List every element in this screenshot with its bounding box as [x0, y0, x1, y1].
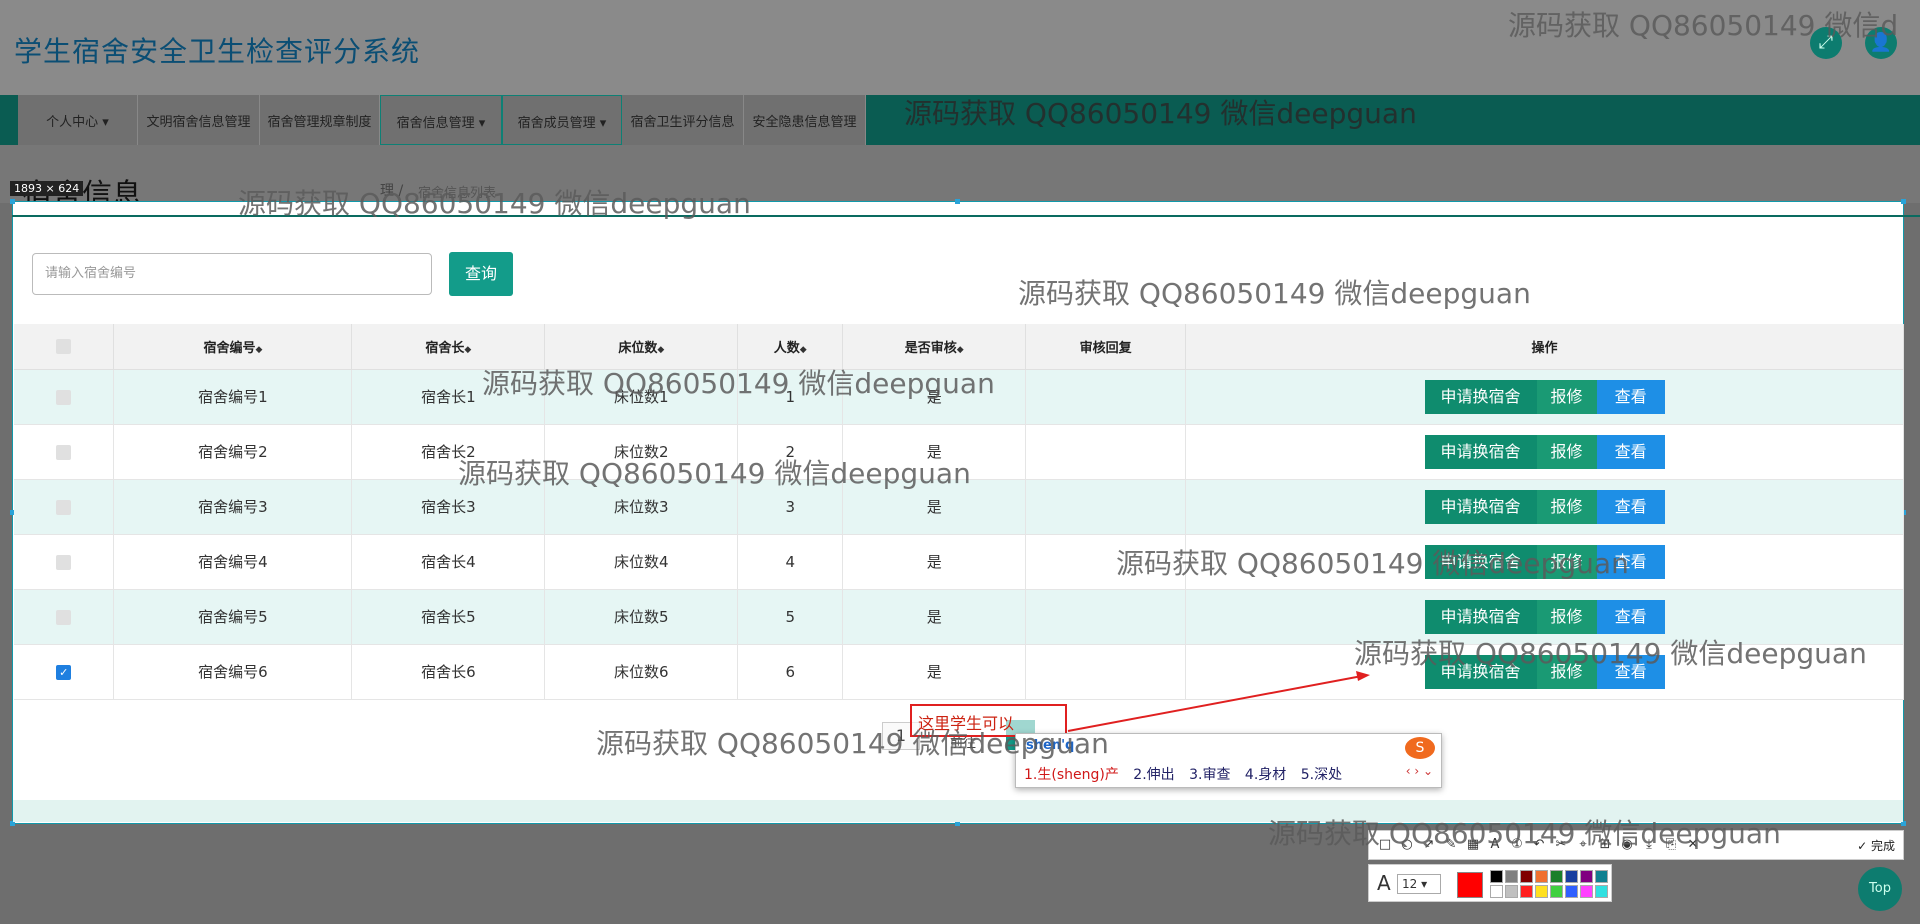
color-swatch[interactable]	[1535, 885, 1548, 898]
color-swatch[interactable]	[1505, 885, 1518, 898]
back-to-top-button[interactable]: Top	[1858, 867, 1902, 911]
undo-icon[interactable]: ↶	[1529, 835, 1549, 855]
color-swatch[interactable]	[1520, 885, 1533, 898]
color-swatch[interactable]	[1490, 885, 1503, 898]
font-icon: A	[1377, 871, 1391, 895]
color-palette	[1489, 869, 1609, 899]
color-swatch[interactable]	[1505, 870, 1518, 883]
color-swatch[interactable]	[1565, 870, 1578, 883]
color-swatch[interactable]	[1490, 870, 1503, 883]
rectangle-icon[interactable]: □	[1375, 835, 1395, 855]
record-icon[interactable]: ◉	[1617, 835, 1637, 855]
color-swatch[interactable]	[1580, 870, 1593, 883]
current-color[interactable]	[1457, 872, 1483, 898]
ime-candidate-popup: shen'q S 1.生(sheng)产 2.伸出 3.审查 4.身材 5.深处…	[1015, 733, 1442, 788]
annotation-arrow	[1067, 671, 1370, 732]
ocr-icon[interactable]: ⊞	[1595, 835, 1615, 855]
ime-candidate[interactable]: 4.身材	[1245, 767, 1286, 783]
color-swatch[interactable]	[1520, 870, 1533, 883]
mosaic-icon[interactable]: ▦	[1463, 835, 1483, 855]
save-icon[interactable]: ⤓	[1639, 835, 1659, 855]
color-swatch[interactable]	[1550, 885, 1563, 898]
done-button[interactable]: ✓ 完成	[1857, 837, 1895, 854]
color-swatch[interactable]	[1595, 870, 1608, 883]
color-swatch[interactable]	[1550, 870, 1563, 883]
ime-candidate[interactable]: 1.生(sheng)产	[1024, 767, 1119, 783]
ime-pinyin: shen'q	[1026, 738, 1075, 753]
screenshot-toolbar: □ ○ ↗ ✎ ▦ A ① ↶ ✂ ⌖ ⊞ ◉ ⤓ ⎘ ✕ ✓ 完成	[1368, 830, 1904, 860]
color-swatch[interactable]	[1580, 885, 1593, 898]
number-icon[interactable]: ①	[1507, 835, 1527, 855]
font-size-select[interactable]: 12 ▾	[1397, 874, 1441, 894]
ime-logo-icon: S	[1405, 737, 1435, 759]
close-icon[interactable]: ✕	[1683, 835, 1703, 855]
ime-page-arrows-icon[interactable]: ‹ › ⌄	[1406, 764, 1433, 778]
color-swatch[interactable]	[1595, 885, 1608, 898]
style-toolbar: A 12 ▾	[1368, 864, 1612, 902]
ime-candidate[interactable]: 5.深处	[1301, 767, 1342, 783]
color-swatch[interactable]	[1565, 885, 1578, 898]
pin-icon[interactable]: ⌖	[1573, 835, 1593, 855]
ellipse-icon[interactable]: ○	[1397, 835, 1417, 855]
ime-candidates: 1.生(sheng)产 2.伸出 3.审查 4.身材 5.深处	[1024, 764, 1352, 784]
color-swatch[interactable]	[1535, 870, 1548, 883]
pen-icon[interactable]: ✎	[1441, 835, 1461, 855]
text-icon[interactable]: A	[1485, 835, 1505, 855]
copy-icon[interactable]: ⎘	[1661, 835, 1681, 855]
ime-candidate[interactable]: 3.审查	[1189, 767, 1230, 783]
arrow-icon[interactable]: ↗	[1419, 835, 1439, 855]
ime-candidate[interactable]: 2.伸出	[1133, 767, 1174, 783]
cut-icon[interactable]: ✂	[1551, 835, 1571, 855]
